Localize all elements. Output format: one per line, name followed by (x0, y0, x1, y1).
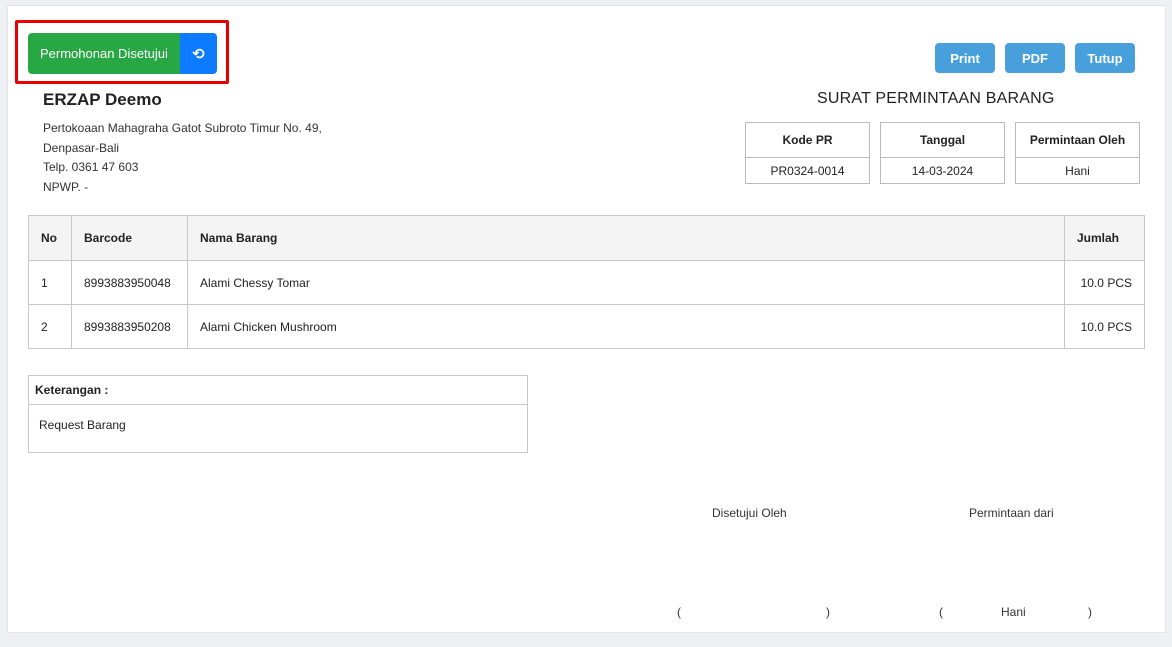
cell-no: 2 (28, 304, 72, 349)
notes-label: Keterangan : (29, 376, 527, 405)
column-header-barcode: Barcode (71, 215, 188, 261)
approved-status-button[interactable]: Permohonan Disetujui (28, 33, 180, 74)
info-tanggal: Tanggal 14-03-2024 (880, 122, 1005, 184)
undo-icon: ⟲ (192, 45, 205, 63)
requested-from-close-paren: ) (1088, 605, 1092, 619)
cell-no: 1 (28, 260, 72, 305)
info-permintaan-oleh: Permintaan Oleh Hani (1015, 122, 1140, 184)
info-kode-pr: Kode PR PR0324-0014 (745, 122, 870, 184)
company-name: ERZAP Deemo (43, 90, 162, 109)
info-value: PR0324-0014 (770, 164, 845, 178)
items-table: No Barcode Nama Barang Jumlah 1 89938839… (28, 215, 1145, 349)
table-row: 2 8993883950208 Alami Chicken Mushroom 1… (28, 304, 1145, 349)
print-button[interactable]: Print (935, 43, 995, 73)
company-address-line1: Pertokoaan Mahagraha Gatot Subroto Timur… (43, 121, 322, 135)
cell-name: Alami Chessy Tomar (187, 260, 1065, 305)
requested-from-label: Permintaan dari (969, 506, 1054, 520)
info-label: Tanggal (881, 123, 1004, 158)
approval-button-group: Permohonan Disetujui ⟲ (28, 33, 217, 74)
requested-from-open-paren: ( (939, 605, 943, 619)
cell-qty: 10.0 PCS (1064, 260, 1145, 305)
notes-box: Keterangan : Request Barang (28, 375, 528, 453)
cell-barcode: 8993883950208 (71, 304, 188, 349)
document-title: SURAT PERMINTAAN BARANG (817, 90, 1055, 107)
info-value: 14-03-2024 (911, 164, 974, 178)
approved-by-close-paren: ) (826, 605, 830, 619)
table-header-row: No Barcode Nama Barang Jumlah (28, 215, 1145, 261)
table-row: 1 8993883950048 Alami Chessy Tomar 10.0 … (28, 260, 1145, 305)
approved-by-open-paren: ( (677, 605, 681, 619)
cell-name: Alami Chicken Mushroom (187, 304, 1065, 349)
cell-qty: 10.0 PCS (1064, 304, 1145, 349)
info-label: Kode PR (746, 123, 869, 158)
notes-text: Request Barang (39, 418, 126, 432)
pdf-button[interactable]: PDF (1005, 43, 1065, 73)
company-npwp: NPWP. - (43, 180, 89, 194)
info-value: Hani (1065, 164, 1090, 178)
info-label: Permintaan Oleh (1016, 123, 1139, 158)
reset-button[interactable]: ⟲ (179, 33, 217, 74)
company-address-line2: Denpasar-Bali (43, 141, 120, 155)
column-header-nama-barang: Nama Barang (187, 215, 1065, 261)
close-button[interactable]: Tutup (1075, 43, 1135, 73)
approved-by-label: Disetujui Oleh (712, 506, 787, 520)
company-phone: Telp. 0361 47 603 (43, 160, 139, 174)
cell-barcode: 8993883950048 (71, 260, 188, 305)
requested-from-name: Hani (1001, 605, 1026, 619)
column-header-no: No (28, 215, 72, 261)
column-header-jumlah: Jumlah (1064, 215, 1145, 261)
